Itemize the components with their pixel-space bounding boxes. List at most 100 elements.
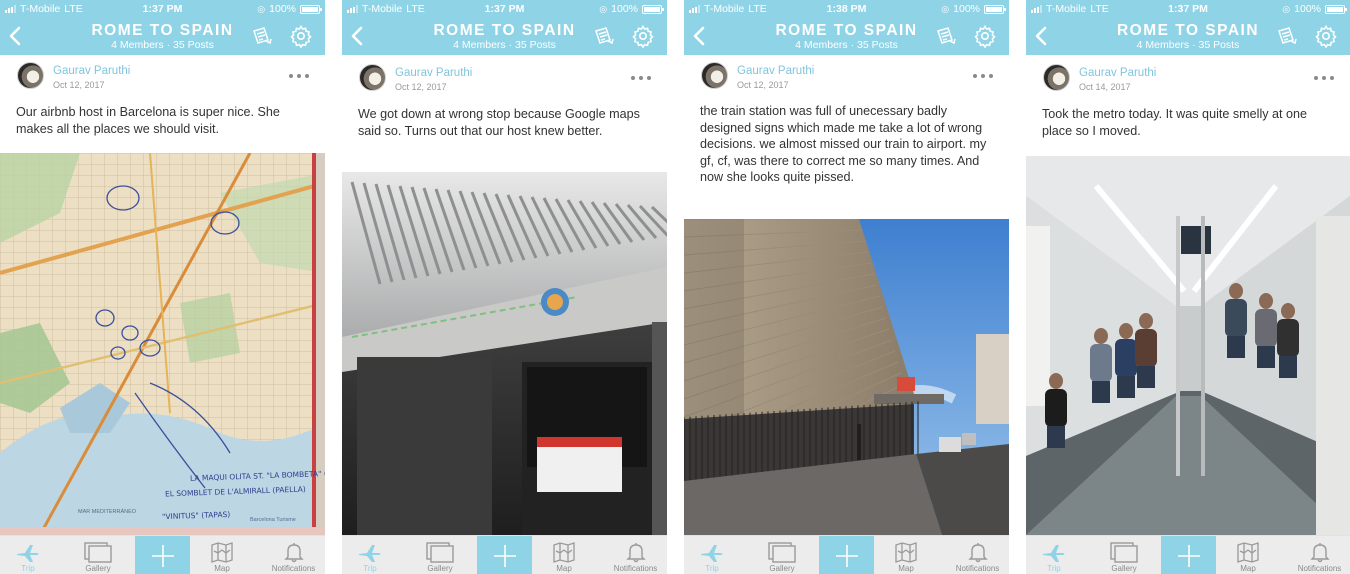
tab-bar: Trip Gallery Map Notifications <box>684 535 1009 574</box>
trip-nav-bar: ROME TO SPAIN 4 Members · 35 Posts <box>0 18 325 55</box>
author-name[interactable]: Gaurav Paruthi <box>737 65 814 77</box>
status-right: ◎ 100% <box>941 3 1006 15</box>
orientation-lock-icon: ◎ <box>941 3 950 14</box>
tab-trip[interactable]: Trip <box>346 536 394 574</box>
map-print-label: MAR MEDITERRÁNEO <box>78 509 137 515</box>
bell-icon <box>625 536 647 564</box>
trip-title: ROME TO SPAIN <box>433 22 576 39</box>
more-options-icon[interactable] <box>289 73 309 79</box>
tab-map[interactable]: Map <box>538 536 590 574</box>
post-header: Gaurav Paruthi Oct 14, 2017 <box>1026 55 1350 95</box>
journal-icon[interactable] <box>1276 26 1298 51</box>
tab-label: Map <box>1240 564 1256 573</box>
post-text: Our airbnb host in Barcelona is super ni… <box>16 105 280 136</box>
tab-notifications[interactable]: Notifications <box>262 536 325 574</box>
gear-icon[interactable] <box>1314 24 1338 53</box>
battery-percent: 100% <box>611 3 638 15</box>
tab-label: Gallery <box>427 564 453 573</box>
journal-icon[interactable] <box>251 26 273 51</box>
avatar[interactable] <box>17 62 44 89</box>
trip-nav-bar: ROME TO SPAIN 4 Members · 35 Posts <box>1026 18 1350 55</box>
trip-nav-bar: ROME TO SPAIN 4 Members · 35 Posts <box>342 18 667 55</box>
gear-icon[interactable] <box>973 24 997 53</box>
avatar[interactable] <box>1043 64 1070 91</box>
author-name[interactable]: Gaurav Paruthi <box>53 65 130 77</box>
battery-percent: 100% <box>953 3 980 15</box>
map-icon <box>1236 536 1260 564</box>
tab-gallery[interactable]: Gallery <box>754 536 810 574</box>
battery-icon <box>1325 4 1347 14</box>
tab-trip[interactable]: Trip <box>688 536 736 574</box>
tab-trip[interactable]: Trip <box>1030 536 1078 574</box>
tab-label: Map <box>898 564 914 573</box>
more-options-icon[interactable] <box>631 75 651 81</box>
trip-subtitle: 4 Members · 35 Posts <box>1136 39 1240 51</box>
trip-title: ROME TO SPAIN <box>775 22 918 39</box>
gear-icon[interactable] <box>289 24 313 53</box>
orientation-lock-icon: ◎ <box>599 3 608 14</box>
phone-screen: T-Mobile LTE 1:38 PM ◎ 100% ROME TO SPAIN 4 Me… <box>684 0 1009 574</box>
author-name[interactable]: Gaurav Paruthi <box>1079 67 1156 79</box>
tab-notifications[interactable]: Notifications <box>946 536 1009 574</box>
post-header: Gaurav Paruthi Oct 12, 2017 <box>0 55 325 95</box>
bell-icon <box>967 536 989 564</box>
tab-trip[interactable]: Trip <box>4 536 52 574</box>
subway-interior-photo-graphic <box>1026 156 1350 535</box>
more-options-icon[interactable] <box>1314 75 1334 81</box>
battery-icon <box>642 4 664 14</box>
airplane-icon <box>15 536 41 564</box>
tab-gallery[interactable]: Gallery <box>1096 536 1152 574</box>
airplane-icon <box>357 536 383 564</box>
battery-icon <box>300 4 322 14</box>
post-photo[interactable]: LA MAQUI OLITA ST. "LA BOMBETA" (TAPAS)E… <box>0 153 325 535</box>
journal-icon[interactable] <box>935 26 957 51</box>
bell-icon <box>1309 536 1331 564</box>
tab-label: Notifications <box>955 564 1000 573</box>
metro-ceiling-photo-graphic <box>342 172 667 535</box>
post-date: Oct 12, 2017 <box>395 82 447 92</box>
tab-notifications[interactable]: Notifications <box>1288 536 1350 574</box>
post-date: Oct 14, 2017 <box>1079 82 1131 92</box>
tab-map[interactable]: Map <box>196 536 248 574</box>
journal-icon[interactable] <box>593 26 615 51</box>
tab-label: Map <box>556 564 572 573</box>
tab-gallery[interactable]: Gallery <box>70 536 126 574</box>
add-post-button[interactable] <box>135 536 190 574</box>
add-post-button[interactable] <box>1161 536 1216 574</box>
gear-icon[interactable] <box>631 24 655 53</box>
avatar[interactable] <box>359 64 386 91</box>
status-right: ◎ 100% <box>1282 3 1347 15</box>
status-bar: T-Mobile LTE 1:37 PM ◎ 100% <box>1026 0 1350 18</box>
post-photo[interactable] <box>684 219 1009 535</box>
gallery-icon <box>1109 536 1139 564</box>
tab-map[interactable]: Map <box>880 536 932 574</box>
gallery-icon <box>767 536 797 564</box>
post-photo[interactable] <box>1026 156 1350 535</box>
author-name[interactable]: Gaurav Paruthi <box>395 67 472 79</box>
status-bar: T-Mobile LTE 1:37 PM ◎ 100% <box>0 0 325 18</box>
orientation-lock-icon: ◎ <box>257 3 266 14</box>
airplane-icon <box>699 536 725 564</box>
status-bar: T-Mobile LTE 1:37 PM ◎ 100% <box>342 0 667 18</box>
trip-subtitle: 4 Members · 35 Posts <box>795 39 898 51</box>
tab-map[interactable]: Map <box>1222 536 1274 574</box>
more-options-icon[interactable] <box>973 73 993 79</box>
post-text: the train station was full of unecessary… <box>700 104 987 184</box>
post-date: Oct 12, 2017 <box>53 80 105 90</box>
tab-label: Notifications <box>1297 564 1342 573</box>
avatar[interactable] <box>701 62 728 89</box>
battery-percent: 100% <box>1294 3 1321 15</box>
tab-label: Trip <box>363 564 377 573</box>
add-post-button[interactable] <box>477 536 532 574</box>
tab-label: Gallery <box>769 564 795 573</box>
post-date: Oct 12, 2017 <box>737 80 789 90</box>
map-icon <box>210 536 234 564</box>
post-header: Gaurav Paruthi Oct 12, 2017 <box>684 55 1009 95</box>
status-right: ◎ 100% <box>599 3 664 15</box>
tab-gallery[interactable]: Gallery <box>412 536 468 574</box>
post-text: Took the metro today. It was quite smell… <box>1042 107 1308 138</box>
post-header: Gaurav Paruthi Oct 12, 2017 <box>342 55 667 95</box>
add-post-button[interactable] <box>819 536 874 574</box>
tab-notifications[interactable]: Notifications <box>604 536 667 574</box>
post-photo[interactable] <box>342 172 667 535</box>
